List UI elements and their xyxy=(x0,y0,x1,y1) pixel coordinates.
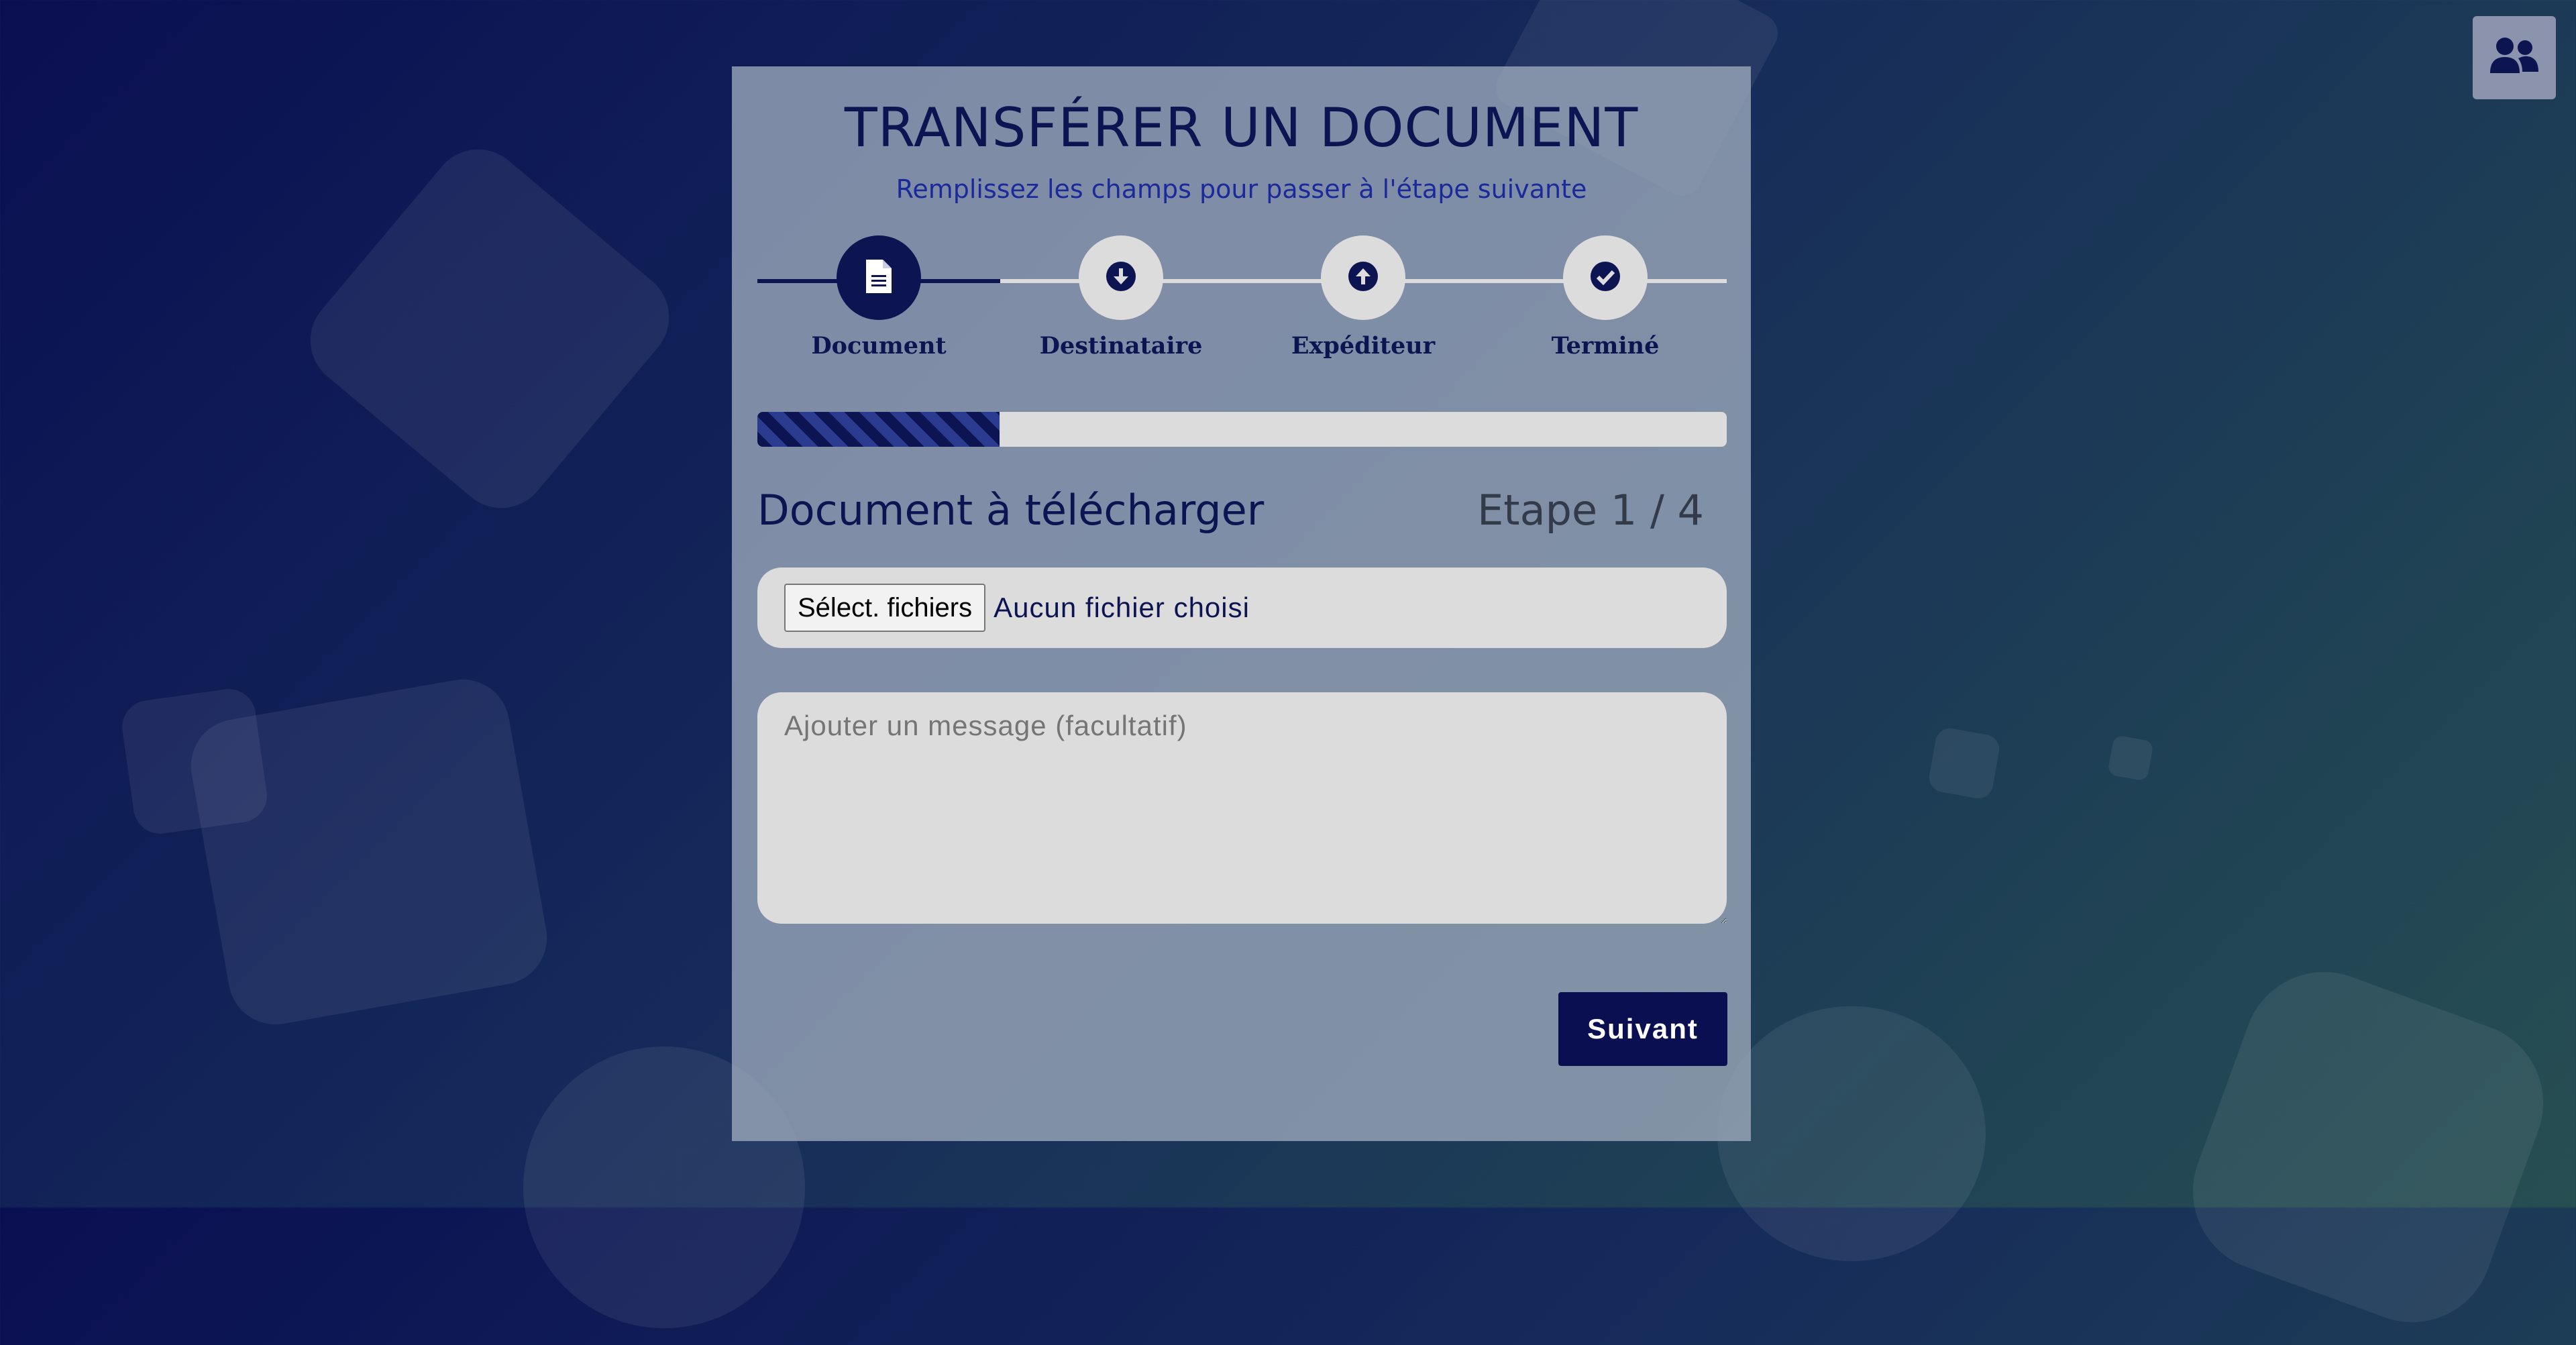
progress-bar xyxy=(757,412,1727,447)
step-circle-destinataire xyxy=(1079,235,1163,320)
page-subtitle: Remplissez les champs pour passer à l'ét… xyxy=(896,174,1587,204)
step-expediteur: Expéditeur xyxy=(1263,235,1464,360)
file-upload-field: Sélect. fichiers Aucun fichier choisi xyxy=(757,568,1727,648)
background-shape xyxy=(291,130,688,527)
step-destinataire: Destinataire xyxy=(1020,235,1222,360)
transfer-card: TRANSFÉRER UN DOCUMENT Remplissez les ch… xyxy=(732,66,1751,1141)
next-button[interactable]: Suivant xyxy=(1558,992,1727,1066)
file-icon xyxy=(865,258,893,297)
page-title: TRANSFÉRER UN DOCUMENT xyxy=(844,97,1639,159)
users-button[interactable] xyxy=(2473,16,2556,99)
step-label: Document xyxy=(811,332,947,360)
upload-icon xyxy=(1348,261,1379,294)
background-shape xyxy=(1927,726,2002,801)
step-label: Terminé xyxy=(1551,332,1660,360)
file-status-text: Aucun fichier choisi xyxy=(994,592,1250,623)
step-label: Destinataire xyxy=(1039,332,1203,360)
step-document: Document xyxy=(778,235,979,360)
step-counter: Etape 1 / 4 xyxy=(1477,486,1704,535)
message-textarea[interactable] xyxy=(757,692,1727,924)
step-circle-document xyxy=(837,235,921,320)
background-shape xyxy=(119,686,270,837)
users-icon xyxy=(2489,36,2540,80)
background-shape xyxy=(1717,1006,1986,1261)
step-circle-expediteur xyxy=(1321,235,1405,320)
background-shape xyxy=(2170,949,2566,1345)
progress-bar-fill xyxy=(757,412,1000,447)
select-files-button[interactable]: Sélect. fichiers xyxy=(784,584,986,632)
background-shape xyxy=(2107,735,2154,782)
step-label: Expéditeur xyxy=(1291,332,1436,360)
step-termine: Terminé xyxy=(1505,235,1706,360)
step-circle-termine xyxy=(1563,235,1648,320)
check-icon xyxy=(1590,261,1621,294)
section-title: Document à télécharger xyxy=(757,486,1265,535)
download-icon xyxy=(1106,261,1136,294)
